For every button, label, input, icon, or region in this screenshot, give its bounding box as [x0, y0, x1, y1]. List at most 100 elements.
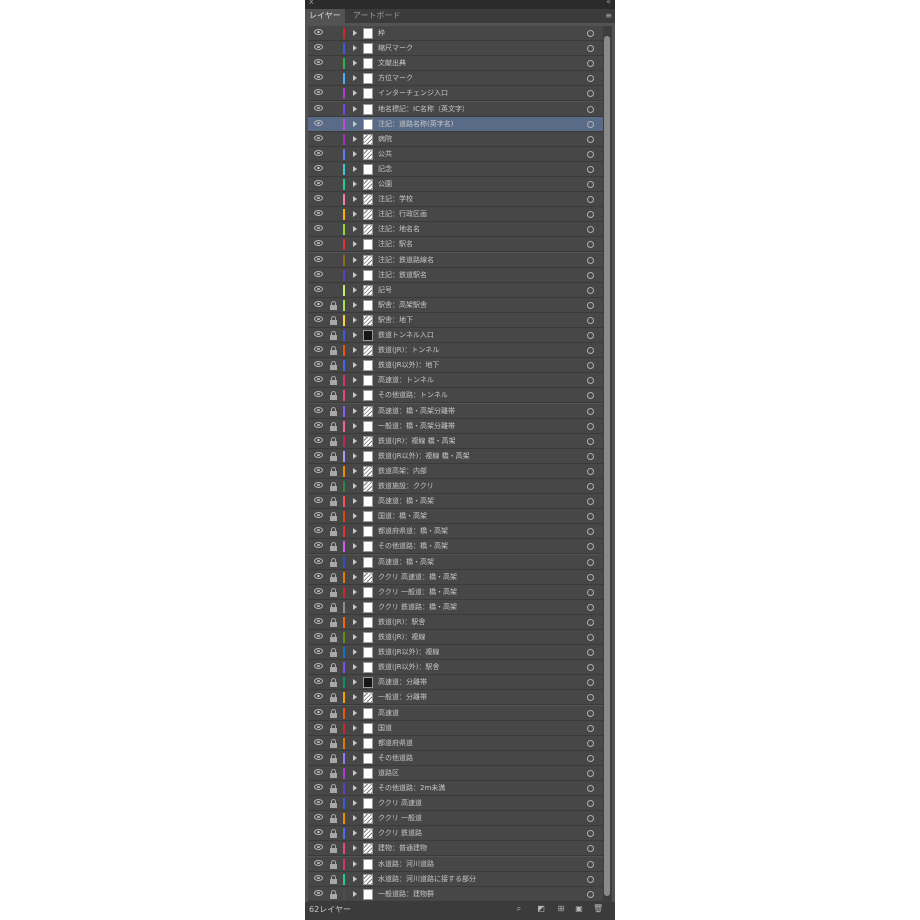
- target-circle-icon[interactable]: [587, 800, 594, 808]
- expand-triangle-icon[interactable]: [353, 754, 357, 761]
- expand-triangle-icon[interactable]: [353, 256, 357, 263]
- layer-row[interactable]: 高速道：橋・高架: [308, 494, 604, 510]
- make-clipping-mask-icon[interactable]: ◩: [537, 905, 545, 913]
- expand-triangle-icon[interactable]: [353, 60, 357, 67]
- target-circle-icon[interactable]: [587, 150, 594, 158]
- visibility-eye-icon[interactable]: [314, 74, 323, 81]
- layer-name[interactable]: 建物：普通建物: [378, 841, 568, 856]
- lock-toggle-empty[interactable]: [328, 270, 338, 281]
- target-circle-icon[interactable]: [587, 347, 594, 355]
- expand-triangle-icon[interactable]: [353, 90, 357, 97]
- target-circle-icon[interactable]: [587, 226, 594, 234]
- layer-row[interactable]: 一般道路：建物群: [308, 886, 604, 902]
- layer-name[interactable]: 鉄道(JR以外)：地下: [378, 358, 568, 373]
- visibility-eye-icon[interactable]: [314, 406, 323, 413]
- layer-row[interactable]: 鉄道(JR)：駅舎: [308, 614, 604, 630]
- layer-row[interactable]: 注記：鉄道路線名: [308, 252, 604, 268]
- layer-name[interactable]: 鉄道トンネル入口: [378, 328, 568, 343]
- visibility-eye-icon[interactable]: [314, 497, 323, 504]
- expand-triangle-icon[interactable]: [353, 301, 357, 308]
- layer-row[interactable]: 公園: [308, 177, 604, 192]
- visibility-eye-icon[interactable]: [314, 784, 323, 790]
- layer-name[interactable]: 文献出典: [378, 56, 568, 71]
- expand-triangle-icon[interactable]: [353, 241, 357, 248]
- layer-row[interactable]: 駅舎：地下: [308, 312, 604, 328]
- lock-icon[interactable]: [330, 527, 337, 537]
- lock-icon[interactable]: [330, 436, 337, 446]
- layer-name[interactable]: 注記：学校: [378, 192, 568, 207]
- lock-icon[interactable]: [330, 648, 337, 658]
- layer-name[interactable]: 病院: [378, 132, 568, 147]
- expand-triangle-icon[interactable]: [353, 75, 357, 82]
- target-circle-icon[interactable]: [587, 543, 594, 551]
- lock-icon[interactable]: [330, 859, 337, 869]
- layer-name[interactable]: 地名標記：IC名称（英文字）: [378, 102, 568, 117]
- lock-icon[interactable]: [330, 466, 337, 476]
- lock-icon[interactable]: [330, 602, 337, 612]
- visibility-eye-icon[interactable]: [314, 104, 323, 111]
- expand-triangle-icon[interactable]: [353, 226, 357, 233]
- visibility-eye-icon[interactable]: [314, 753, 323, 760]
- expand-triangle-icon[interactable]: [353, 362, 357, 369]
- tab-layers[interactable]: レイヤー: [305, 9, 345, 23]
- lock-toggle-empty[interactable]: [328, 134, 338, 145]
- lock-toggle-empty[interactable]: [328, 73, 338, 84]
- visibility-eye-icon[interactable]: [314, 617, 323, 624]
- layer-name[interactable]: ククリ 鉄道路：橋・高架: [378, 600, 568, 615]
- expand-triangle-icon[interactable]: [353, 618, 357, 625]
- layer-name[interactable]: その他道路：橋・高架: [378, 539, 568, 554]
- target-circle-icon[interactable]: [587, 664, 594, 672]
- visibility-eye-icon[interactable]: [314, 512, 323, 519]
- layer-name[interactable]: 駅舎：地下: [378, 313, 568, 328]
- layer-name[interactable]: 高速道：トンネル: [378, 373, 568, 388]
- expand-triangle-icon[interactable]: [353, 558, 357, 565]
- visibility-eye-icon[interactable]: [314, 180, 323, 186]
- lock-toggle-empty[interactable]: [328, 104, 338, 115]
- target-circle-icon[interactable]: [587, 890, 594, 898]
- layer-row[interactable]: 注記：道路名称(英字名): [308, 116, 604, 132]
- visibility-eye-icon[interactable]: [314, 44, 323, 51]
- lock-icon[interactable]: [330, 542, 337, 552]
- expand-triangle-icon[interactable]: [353, 528, 357, 535]
- layer-name[interactable]: 注記：鉄道駅名: [378, 268, 568, 283]
- layer-row[interactable]: 国道: [308, 720, 604, 736]
- layer-row[interactable]: 都道府県道: [308, 735, 604, 751]
- lock-toggle-empty[interactable]: [328, 194, 338, 205]
- visibility-eye-icon[interactable]: [314, 874, 323, 881]
- lock-icon[interactable]: [330, 844, 337, 854]
- visibility-eye-icon[interactable]: [314, 376, 323, 383]
- visibility-eye-icon[interactable]: [314, 195, 323, 202]
- close-icon[interactable]: x: [309, 0, 314, 6]
- target-circle-icon[interactable]: [587, 241, 594, 249]
- expand-triangle-icon[interactable]: [353, 392, 357, 399]
- visibility-eye-icon[interactable]: [314, 315, 323, 322]
- expand-triangle-icon[interactable]: [353, 664, 357, 671]
- target-circle-icon[interactable]: [587, 105, 594, 113]
- layer-name[interactable]: 高速道：橋・高架: [378, 555, 568, 570]
- target-circle-icon[interactable]: [587, 528, 594, 536]
- layer-row[interactable]: 駅舎：高架駅舎: [308, 297, 604, 313]
- layer-name[interactable]: 鉄道(JR)：複線: [378, 630, 568, 645]
- target-circle-icon[interactable]: [587, 739, 594, 747]
- visibility-eye-icon[interactable]: [314, 587, 323, 594]
- layer-name[interactable]: 公共: [378, 147, 568, 162]
- visibility-eye-icon[interactable]: [314, 693, 323, 700]
- target-circle-icon[interactable]: [587, 437, 594, 445]
- target-circle-icon[interactable]: [587, 513, 594, 521]
- expand-triangle-icon[interactable]: [353, 573, 357, 580]
- target-circle-icon[interactable]: [587, 301, 594, 309]
- target-circle-icon[interactable]: [587, 211, 594, 219]
- expand-triangle-icon[interactable]: [353, 860, 357, 867]
- layer-row[interactable]: その他道路: [308, 750, 604, 766]
- lock-icon[interactable]: [330, 799, 337, 809]
- target-circle-icon[interactable]: [587, 286, 594, 294]
- expand-triangle-icon[interactable]: [353, 30, 357, 36]
- layer-row[interactable]: その他道路：トンネル: [308, 388, 604, 404]
- layer-row[interactable]: 鉄道トンネル入口: [308, 328, 604, 343]
- target-circle-icon[interactable]: [587, 135, 594, 143]
- target-circle-icon[interactable]: [587, 392, 594, 400]
- layer-row[interactable]: 一般道：橋・高架分離帯: [308, 418, 604, 434]
- layer-name[interactable]: 高速道：分離帯: [378, 675, 568, 690]
- layer-row[interactable]: 注記：地名名: [308, 222, 604, 238]
- lock-toggle-empty[interactable]: [328, 119, 338, 130]
